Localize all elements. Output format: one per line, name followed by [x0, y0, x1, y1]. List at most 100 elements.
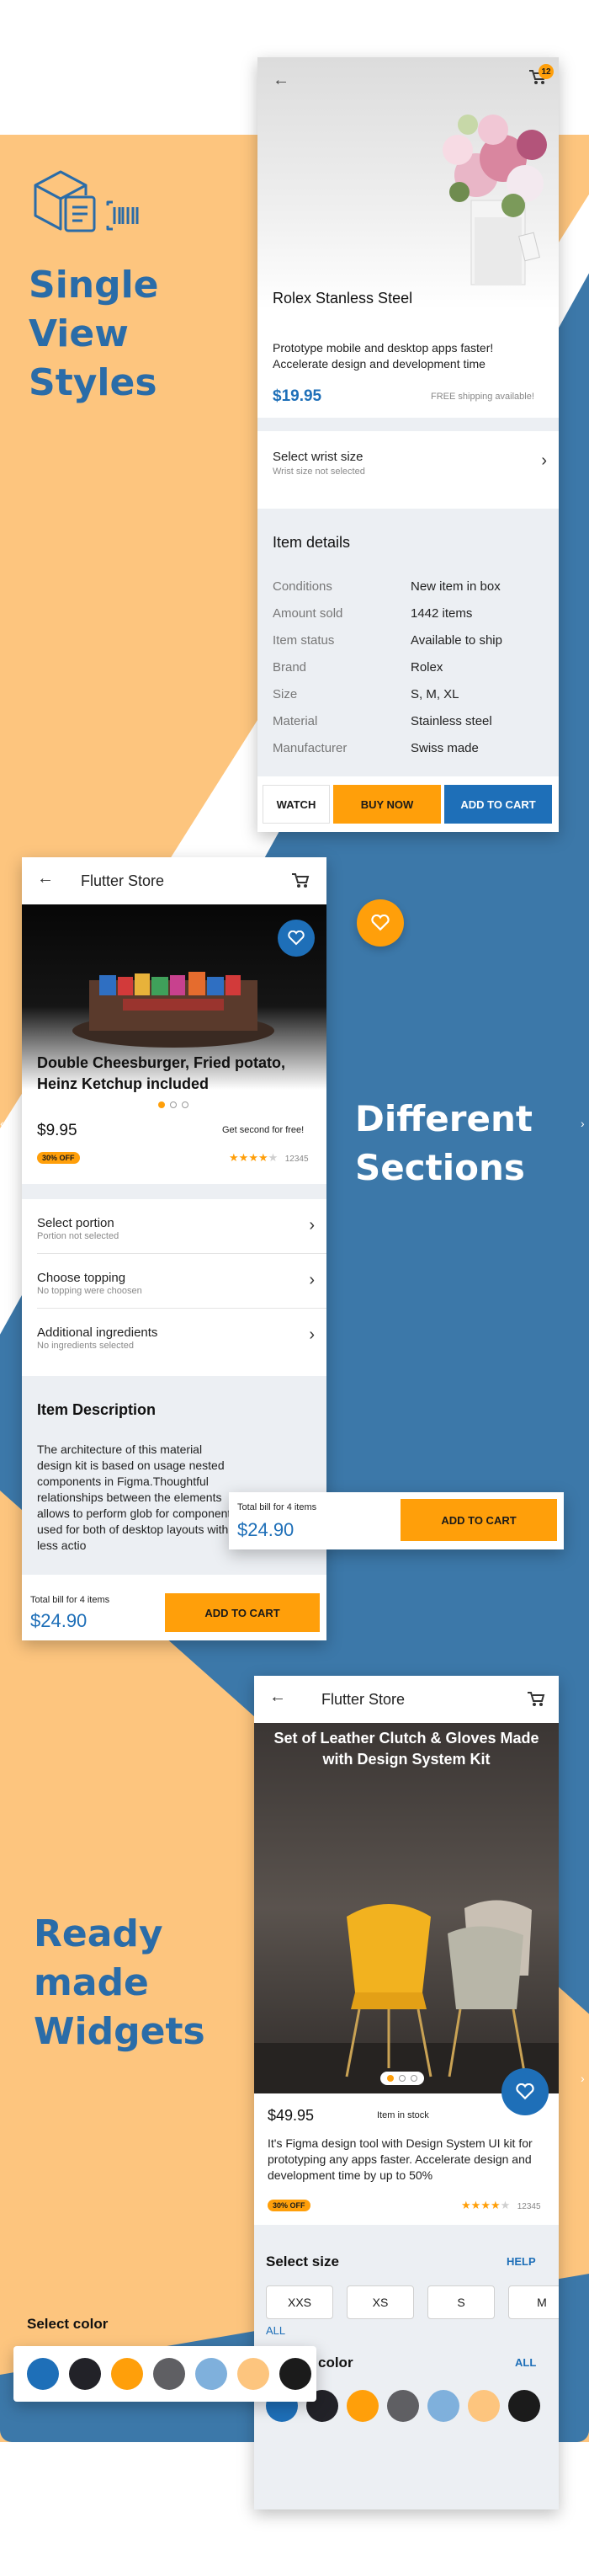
color-swatch-blue[interactable] [27, 2358, 59, 2390]
app-bar: ← Flutter Store [254, 1676, 559, 1723]
chevron-right-icon: › [309, 1271, 315, 1289]
add-to-cart-button[interactable]: ADD TO CART [444, 785, 552, 824]
product-price: $9.95 [37, 1122, 77, 1139]
star-icon: ★ [470, 2199, 481, 2211]
buy-now-button[interactable]: BUY NOW [333, 785, 441, 824]
star-icon: ★ [480, 2199, 491, 2211]
app-title: Flutter Store [321, 1691, 406, 1708]
detail-key: Manufacturer [273, 741, 348, 755]
star-icon: ★ [490, 2199, 501, 2211]
color-swatch-black[interactable] [69, 2358, 101, 2390]
option-label: Additional ingredients [37, 1325, 158, 1340]
select-wrist-size-label: Select wrist size [273, 450, 363, 464]
detail-key: Conditions [273, 579, 332, 594]
heart-icon [288, 931, 305, 946]
detail-value: Stainless steel [411, 714, 492, 728]
heading-line: View [29, 312, 129, 355]
color-section-title: color [318, 2355, 353, 2371]
add-to-cart-button[interactable]: ADD TO CART [165, 1593, 320, 1632]
floating-color-picker [13, 2346, 316, 2402]
color-swatch-peach[interactable] [468, 2390, 500, 2422]
package-icon [27, 165, 168, 241]
heading-line: made [34, 1961, 149, 2004]
detail-key: Brand [273, 660, 307, 675]
floating-bill-bar: Total bill for 4 items $24.90 ADD TO CAR… [229, 1492, 564, 1549]
action-bar: WATCH BUY NOW ADD TO CART [257, 776, 559, 832]
item-details-section: Item details Conditions New item in box A… [257, 509, 559, 776]
floating-color-title: Select color [27, 2316, 109, 2332]
size-chip[interactable]: M [508, 2285, 559, 2319]
bill-total: $24.90 [30, 1610, 88, 1631]
bill-bar: Total bill for 4 items $24.90 ADD TO CAR… [22, 1587, 326, 1640]
color-swatch-orange[interactable] [347, 2390, 379, 2422]
select-wrist-size-row[interactable]: Select wrist size Wrist size not selecte… [257, 431, 559, 495]
chevron-right-icon: › [309, 1325, 315, 1344]
section-gap [257, 418, 559, 431]
color-swatch-peach[interactable] [237, 2358, 269, 2390]
color-swatch-dark[interactable] [508, 2390, 540, 2422]
favorite-button[interactable] [501, 2068, 549, 2115]
color-swatch-light-blue[interactable] [427, 2390, 459, 2422]
discount-badge: 30% OFF [268, 2200, 310, 2211]
detail-key: Material [273, 714, 318, 728]
detail-value: S, M, XL [411, 687, 459, 701]
color-swatch-grey[interactable] [387, 2390, 419, 2422]
promo-text: Get second for free! [222, 1125, 305, 1135]
option-sub: No ingredients selected [37, 1341, 134, 1351]
bill-total: $24.90 [237, 1519, 294, 1540]
shipping-note: FREE shipping available! [431, 392, 534, 402]
bill-label: Total bill for 4 items [30, 1595, 110, 1605]
heading-ready-made-widgets: Ready made Widgets [34, 1910, 205, 2056]
option-label: Select portion [37, 1216, 114, 1230]
star-icon: ★ [461, 2199, 471, 2211]
heading-line: Different [355, 1098, 533, 1139]
back-arrow-icon[interactable]: ← [269, 1688, 286, 1707]
color-swatch-grey[interactable] [153, 2358, 185, 2390]
color-swatch-orange[interactable] [111, 2358, 143, 2390]
detail-value: 1442 items [411, 606, 473, 621]
detail-key: Amount sold [273, 606, 343, 621]
flower-vase-image [443, 115, 547, 285]
chevron-right-icon: › [309, 1216, 315, 1235]
cart-icon[interactable] [291, 872, 310, 893]
description-title: Item Description [37, 1401, 157, 1418]
color-all-link[interactable]: ALL [515, 2356, 536, 2369]
detail-key: Item status [273, 633, 335, 648]
detail-value: Rolex [411, 660, 443, 675]
color-swatch-dark[interactable] [279, 2358, 311, 2390]
color-swatch-light-blue[interactable] [195, 2358, 227, 2390]
size-all-link[interactable]: ALL [266, 2324, 285, 2337]
add-to-cart-button[interactable]: ADD TO CART [401, 1499, 557, 1541]
dot-active [387, 2075, 394, 2082]
watch-button[interactable]: WATCH [263, 785, 330, 824]
cart-icon[interactable] [527, 1691, 545, 1712]
chairs-image [254, 1900, 559, 2093]
dot [411, 2075, 417, 2082]
product-price: $19.95 [273, 387, 322, 405]
star-empty-icon: ★ [500, 2199, 511, 2211]
carousel-dots [158, 1101, 188, 1108]
option-row-ingredients[interactable]: Additional ingredients No ingredients se… [22, 1309, 326, 1363]
back-arrow-icon[interactable]: ← [273, 71, 289, 90]
back-arrow-icon[interactable]: ← [37, 869, 54, 888]
detail-value: Swiss made [411, 741, 479, 755]
option-row-topping[interactable]: Choose topping No topping were choosen › [22, 1254, 326, 1308]
app-bar: ← Flutter Store [22, 857, 326, 904]
floating-favorite-button[interactable] [357, 899, 404, 947]
size-chip[interactable]: XS [347, 2285, 414, 2319]
product-description: Prototype mobile and desktop apps faster… [273, 341, 494, 371]
option-sub: No topping were choosen [37, 1286, 142, 1296]
option-row-portion[interactable]: Select portion Portion not selected › [22, 1199, 326, 1253]
rating-stars: ★★★★★ 12345 [461, 2198, 541, 2213]
heading-line: Sections [355, 1147, 525, 1188]
favorite-button[interactable] [278, 920, 315, 957]
description-text: The architecture of this material design… [37, 1443, 238, 1552]
size-chip[interactable]: XXS [266, 2285, 333, 2319]
size-chip[interactable]: S [427, 2285, 495, 2319]
edge-arrow-right-icon: › [581, 1117, 585, 1130]
heading-line: Ready [34, 1912, 163, 1955]
edge-arrow-right-icon-2: › [581, 2072, 585, 2085]
star-icon: ★ [257, 1151, 268, 1164]
dot-active [158, 1101, 165, 1108]
size-help-link[interactable]: HELP [507, 2255, 536, 2268]
